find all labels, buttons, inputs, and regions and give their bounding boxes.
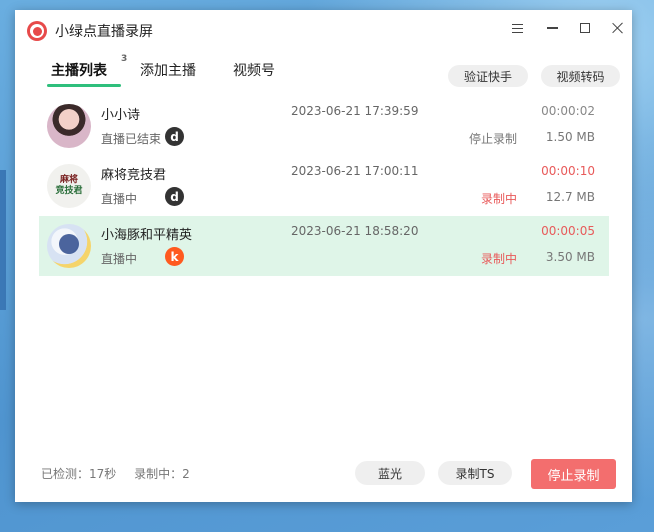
stop-record-button[interactable]: 停止录制 — [531, 459, 616, 489]
maximize-button[interactable] — [568, 16, 602, 40]
status-bar: 已检测：17秒 录制中：2 — [41, 465, 204, 482]
menu-button[interactable] — [500, 16, 534, 40]
kuaishou-platform-icon: k — [165, 247, 184, 266]
douyin-platform-icon: d — [165, 127, 184, 146]
streamer-name: 小海豚和平精英 — [101, 228, 193, 243]
record-time: 2023-06-21 17:39:59 — [291, 104, 419, 118]
live-status: 直播已结束 — [101, 132, 162, 146]
minimize-icon — [546, 27, 558, 29]
tab-streamer-list[interactable]: 主播列表 3 — [47, 54, 127, 87]
tab-add-streamer[interactable]: 添加主播 — [140, 60, 196, 80]
table-row[interactable]: 小海豚和平精英 直播中 k 2023-06-21 18:58:20 00:00:… — [39, 216, 609, 276]
verify-kuaishou-button[interactable]: 验证快手 — [448, 65, 528, 87]
live-status: 直播中 — [101, 252, 138, 266]
file-size: 1.50 MB — [545, 130, 595, 144]
avatar-graphic — [59, 234, 79, 254]
avatar-text: 麻将 — [59, 175, 78, 185]
table-row[interactable]: 麻将 竞技君 麻将竞技君 直播中 d 2023-06-21 17:00:11 0… — [39, 156, 609, 216]
stop-record-link[interactable]: 停止录制 — [469, 130, 517, 147]
tab-label: 视频号 — [233, 63, 275, 79]
record-time: 2023-06-21 18:58:20 — [291, 224, 419, 238]
recording-status[interactable]: 录制中 — [481, 190, 517, 207]
close-icon — [612, 22, 624, 34]
minimize-button[interactable] — [535, 16, 569, 40]
record-duration: 00:00:10 — [541, 164, 595, 178]
avatar-text: 竞技君 — [55, 186, 83, 196]
maximize-icon — [580, 23, 590, 33]
recording-count: 录制中：2 — [134, 467, 190, 481]
desktop-edge-strip — [0, 170, 6, 310]
record-time: 2023-06-21 17:00:11 — [291, 164, 419, 178]
tab-count-badge: 3 — [121, 54, 128, 64]
record-ts-button[interactable]: 录制TS — [438, 461, 512, 485]
record-duration: 00:00:05 — [541, 224, 595, 238]
bluray-quality-button[interactable]: 蓝光 — [355, 461, 425, 485]
tab-label: 主播列表 — [51, 63, 107, 79]
tab-label: 添加主播 — [140, 63, 196, 79]
table-row[interactable]: 小小诗 直播已结束 d 2023-06-21 17:39:59 00:00:02… — [39, 96, 609, 156]
file-size: 12.7 MB — [545, 190, 595, 204]
live-status: 直播中 — [101, 192, 138, 206]
recording-status[interactable]: 录制中 — [481, 250, 517, 267]
avatar — [47, 104, 91, 148]
streamer-name: 麻将竞技君 — [101, 168, 167, 183]
douyin-platform-icon: d — [165, 187, 184, 206]
tab-video-account[interactable]: 视频号 — [233, 60, 275, 80]
video-transcode-button[interactable]: 视频转码 — [541, 65, 620, 87]
title-bar: 小绿点直播录屏 — [15, 10, 632, 46]
avatar — [47, 224, 91, 268]
streamer-name: 小小诗 — [101, 108, 141, 123]
app-window: 小绿点直播录屏 主播列表 3 添加主播 视频号 验证快手 视频转码 小小诗 直播… — [15, 10, 632, 502]
hamburger-icon — [511, 23, 523, 33]
file-size: 3.50 MB — [545, 250, 595, 264]
active-tab-indicator — [47, 84, 121, 87]
record-duration: 00:00:02 — [541, 104, 595, 118]
record-logo-icon — [27, 21, 47, 41]
avatar: 麻将 竞技君 — [47, 164, 91, 208]
close-button[interactable] — [601, 16, 635, 40]
detected-time: 已检测：17秒 — [41, 467, 117, 481]
app-title: 小绿点直播录屏 — [55, 24, 153, 40]
